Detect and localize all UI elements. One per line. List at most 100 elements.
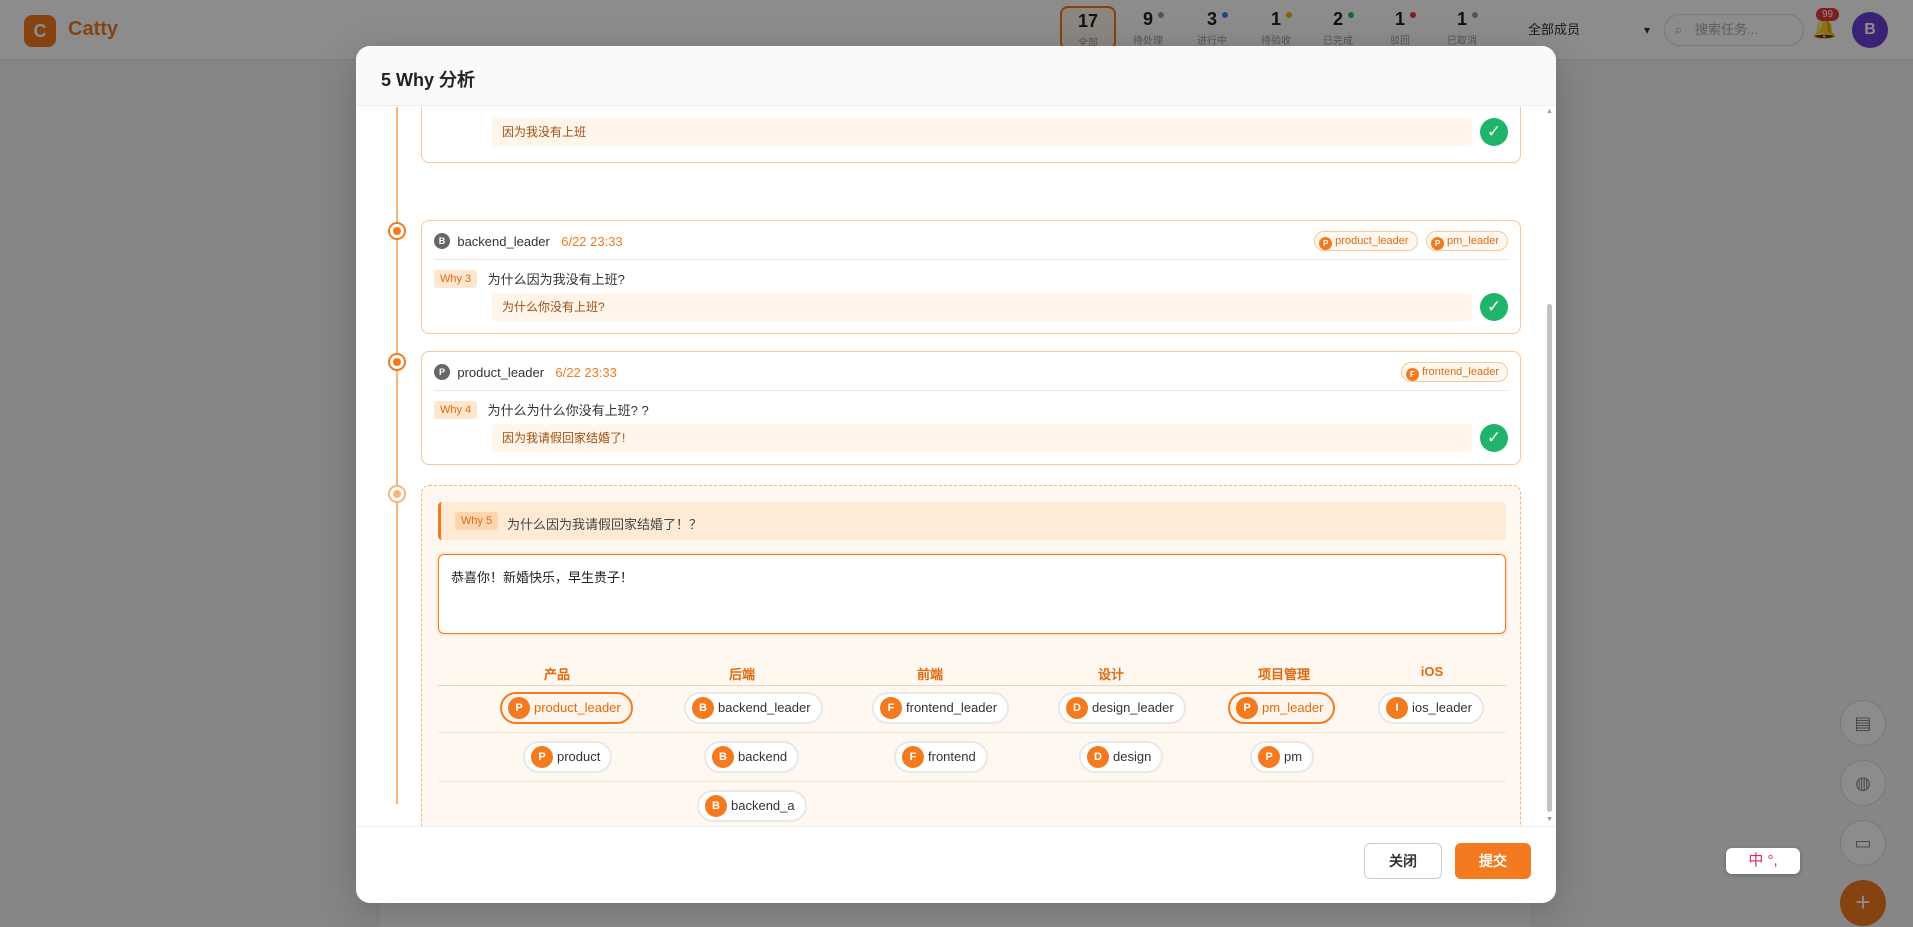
modal-header: 5 Why 分析: [356, 46, 1556, 106]
assignee-tag: Ppm_leader: [1426, 231, 1508, 251]
user-chip-backend-a[interactable]: Bbackend_a: [697, 790, 807, 822]
user-chip-design[interactable]: Ddesign: [1079, 741, 1164, 773]
tag-avatar: F: [1405, 368, 1419, 381]
user-chip-backend[interactable]: Bbackend: [704, 741, 800, 773]
assignee-tag: Pproduct_leader: [1314, 231, 1418, 251]
user-chip-product[interactable]: Pproduct: [523, 741, 613, 773]
user-name: backend_leader: [718, 700, 811, 715]
user-name: product: [557, 749, 601, 764]
check-icon: ✓: [1480, 118, 1508, 146]
tag-name: product_leader: [1335, 235, 1409, 247]
user-avatar-icon: B: [705, 795, 727, 817]
user-chip-frontend-leader[interactable]: Ffrontend_leader: [872, 692, 1010, 724]
timeline-dot-current: [388, 485, 406, 503]
assignee-tags: Pproduct_leader Ppm_leader: [1310, 231, 1508, 251]
user-avatar-icon: F: [902, 746, 924, 768]
dept-header-backend: 后端: [728, 667, 755, 682]
why-entry: P product_leader 6/22 23:33 Ffrontend_le…: [421, 351, 1521, 465]
user-name: product_leader: [534, 700, 621, 715]
why-badge: Why 3: [434, 269, 478, 288]
author-avatar: P: [434, 364, 450, 380]
why-question-row: Why 3 为什么因为我没有上班?: [434, 269, 625, 289]
entry-header: P product_leader 6/22 23:33: [434, 364, 617, 382]
user-chip-product-leader[interactable]: Pproduct_leader: [500, 692, 633, 724]
user-chip-frontend[interactable]: Ffrontend: [894, 741, 988, 773]
dept-header-frontend: 前端: [916, 667, 943, 682]
table-divider: [438, 781, 1506, 782]
scrollbar-thumb[interactable]: [1547, 304, 1552, 812]
divider: [434, 259, 1508, 260]
dept-header-ios: iOS: [1420, 664, 1444, 679]
why-badge: Why 5: [455, 512, 499, 530]
author-name: backend_leader: [457, 233, 550, 249]
dept-header-design: 设计: [1097, 667, 1124, 682]
tag-avatar: P: [1319, 237, 1333, 250]
table-divider: [438, 732, 1506, 733]
user-chip-ios-leader[interactable]: Iios_leader: [1378, 692, 1484, 724]
user-chip-pm[interactable]: Ppm: [1250, 741, 1315, 773]
why-badge: Why 4: [434, 400, 478, 419]
author-avatar: B: [434, 233, 450, 249]
user-avatar-icon: P: [531, 746, 553, 768]
modal-title: 5 Why 分析: [381, 70, 476, 90]
check-icon: ✓: [1480, 424, 1508, 452]
user-name: pm: [1284, 749, 1303, 764]
ime-indicator[interactable]: 中 °,: [1726, 848, 1800, 874]
current-question-box: Why 5 为什么因为我请假回家结婚了！？: [438, 502, 1506, 540]
why-answer: 因为我请假回家结婚了!: [492, 424, 1472, 452]
author-name: product_leader: [457, 364, 545, 380]
divider: [434, 390, 1508, 391]
current-question: 为什么因为我请假回家结婚了！？: [507, 517, 703, 532]
why-answer: 为什么你没有上班?: [492, 293, 1472, 321]
timeline-line: [396, 107, 398, 804]
user-chip-design-leader[interactable]: Ddesign_leader: [1058, 692, 1186, 724]
user-avatar-icon: D: [1087, 746, 1109, 768]
assignee-tag: Ffrontend_leader: [1400, 362, 1508, 382]
current-why-entry: Why 5 为什么因为我请假回家结婚了！？ 产品 后端 前端 设计 项目管理 i…: [421, 485, 1521, 850]
user-name: pm_leader: [1262, 700, 1324, 715]
user-name: backend: [738, 749, 788, 764]
why-question-row: Why 4 为什么为什么你没有上班? ?: [434, 400, 649, 420]
user-name: design: [1113, 749, 1152, 764]
timeline-dot: [388, 353, 406, 371]
answer-input[interactable]: [438, 554, 1506, 634]
user-avatar-icon: P: [508, 697, 530, 719]
user-avatar-icon: F: [880, 697, 902, 719]
user-chip-pm-leader[interactable]: Ppm_leader: [1228, 692, 1336, 724]
dept-header-pm: 项目管理: [1257, 667, 1310, 682]
scroll-up-arrow[interactable]: ▲: [1546, 108, 1553, 115]
user-name: frontend_leader: [906, 700, 998, 715]
tag-name: pm_leader: [1447, 235, 1499, 247]
user-name: backend_a: [731, 798, 795, 813]
why-question: 为什么因为我没有上班?: [487, 272, 625, 287]
modal-body[interactable]: 因为我没有上班 ✓ B backend_leader 6/22 23:33 Pp…: [356, 107, 1556, 871]
close-button[interactable]: 关闭: [1364, 843, 1442, 879]
user-avatar-icon: P: [1258, 746, 1280, 768]
why-entry: 因为我没有上班 ✓: [421, 107, 1521, 163]
why-entry: B backend_leader 6/22 23:33 Pproduct_lea…: [421, 220, 1521, 334]
why-question: 为什么为什么你没有上班? ?: [487, 403, 649, 418]
user-avatar-icon: P: [1236, 697, 1258, 719]
entry-time: 6/22 23:33: [561, 233, 623, 249]
user-avatar-icon: B: [712, 746, 734, 768]
user-name: design_leader: [1092, 700, 1174, 715]
timeline-dot: [388, 222, 406, 240]
submit-button[interactable]: 提交: [1455, 843, 1531, 879]
user-name: ios_leader: [1412, 700, 1472, 715]
table-divider: [438, 685, 1506, 686]
five-why-modal: 5 Why 分析 因为我没有上班 ✓ B backend_leader 6/22…: [356, 46, 1556, 903]
assignee-tags: Ffrontend_leader: [1397, 362, 1508, 382]
tag-name: frontend_leader: [1421, 366, 1499, 378]
user-chip-backend-leader[interactable]: Bbackend_leader: [684, 692, 823, 724]
entry-header: B backend_leader 6/22 23:33: [434, 233, 623, 251]
tag-avatar: P: [1431, 237, 1445, 250]
entry-time: 6/22 23:33: [555, 364, 617, 380]
user-avatar-icon: B: [692, 697, 714, 719]
user-name: frontend: [928, 749, 976, 764]
check-icon: ✓: [1480, 293, 1508, 321]
dept-header-product: 产品: [543, 667, 570, 682]
scroll-down-arrow[interactable]: ▼: [1546, 816, 1553, 823]
why-answer: 因为我没有上班: [492, 118, 1472, 146]
user-avatar-icon: I: [1386, 697, 1408, 719]
user-avatar-icon: D: [1066, 697, 1088, 719]
